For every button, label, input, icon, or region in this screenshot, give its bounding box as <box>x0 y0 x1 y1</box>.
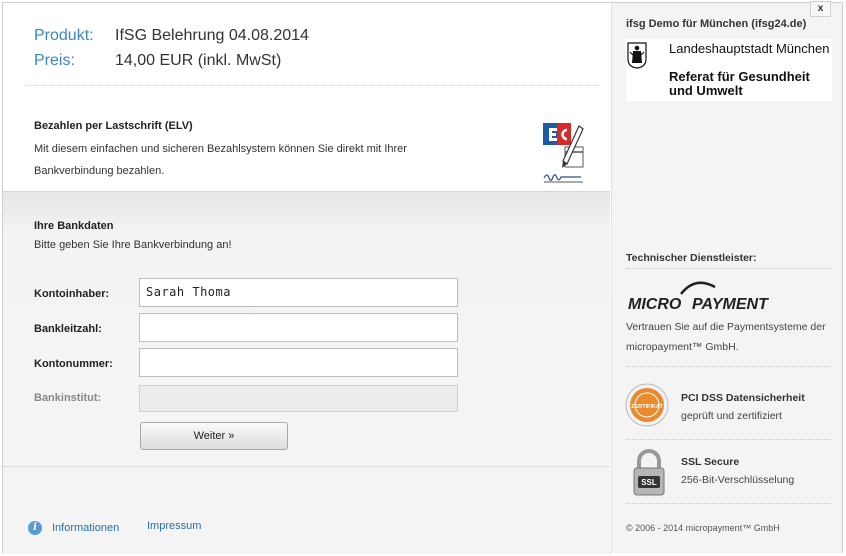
product-summary: Produkt: IfSG Belehrung 04.08.2014 Preis… <box>3 3 610 113</box>
pci-badge-text: ZERTIFIKAT <box>631 404 663 410</box>
divider <box>626 366 831 367</box>
bank-institute-label: Bankinstitut: <box>34 392 102 404</box>
pci-subtitle: geprüft und zertifiziert <box>681 410 782 422</box>
price-row: Preis: 14,00 EUR (inkl. MwSt) <box>34 52 281 70</box>
footer: i Informationen Impressum <box>3 466 610 554</box>
account-holder-label: Kontoinhaber: <box>34 288 110 300</box>
account-holder-input[interactable]: Sarah Thoma <box>139 278 458 307</box>
merchant-logo: Landeshauptstadt München Referat für Ges… <box>626 39 832 101</box>
product-value: IfSG Belehrung 04.08.2014 <box>115 27 309 44</box>
divider <box>626 268 831 269</box>
bank-code-label: Bankleitzahl: <box>34 323 102 335</box>
account-number-input[interactable] <box>139 348 458 377</box>
bank-data-subtitle: Bitte geben Sie Ihre Bankverbindung an! <box>34 239 232 251</box>
ssl-badge-text: SSL <box>641 478 657 487</box>
divider <box>626 439 831 440</box>
merchant-title: ifsg Demo für München (ifsg24.de) <box>626 18 807 30</box>
bank-institute-input <box>139 385 458 412</box>
tech-provider-label: Technischer Dienstleister: <box>626 252 757 264</box>
payment-method-description: Mit diesem einfachen und sicheren Bezahl… <box>34 143 407 177</box>
munich-crest-icon <box>627 42 647 69</box>
product-label: Produkt: <box>34 27 94 44</box>
info-icon[interactable]: i <box>28 521 42 535</box>
logo-line2: Referat für Gesundheit und Umwelt <box>669 69 810 98</box>
trust-text: Vertrauen Sie auf die Paymentsysteme der… <box>626 321 826 353</box>
info-link[interactable]: Informationen <box>52 522 119 534</box>
price-value: 14,00 EUR (inkl. MwSt) <box>115 52 282 69</box>
account-number-label: Kontonummer: <box>34 358 113 370</box>
divider <box>25 85 599 86</box>
ssl-title: SSL Secure <box>681 456 740 468</box>
sidebar: ifsg Demo für München (ifsg24.de) Landes… <box>611 3 842 553</box>
ssl-lock-icon: SSL <box>633 449 665 496</box>
mp-logo-micro: MICRO <box>628 296 682 313</box>
continue-button[interactable]: Weiter » <box>140 422 288 450</box>
close-button[interactable]: x <box>810 1 831 17</box>
copyright: © 2006 - 2014 micropayment™ GmbH <box>626 523 780 533</box>
ec-card-icon <box>543 123 584 183</box>
logo-line1: Landeshauptstadt München <box>669 41 830 56</box>
bank-data-section: Ihre Bankdaten Bitte geben Sie Ihre Bank… <box>3 191 610 467</box>
payment-method-title: Bezahlen per Lastschrift (ELV) <box>34 120 193 132</box>
bank-code-input[interactable] <box>139 313 458 342</box>
price-label: Preis: <box>34 52 75 69</box>
ssl-subtitle: 256-Bit-Verschlüsselung <box>681 474 795 486</box>
pci-certificate-icon: ZERTIFIKAT <box>625 383 669 427</box>
impressum-link[interactable]: Impressum <box>147 520 201 532</box>
divider <box>626 503 831 504</box>
micropayment-logo: MICRO PAYMENT <box>628 281 769 313</box>
main-panel: Produkt: IfSG Belehrung 04.08.2014 Preis… <box>3 3 610 554</box>
bank-data-title: Ihre Bankdaten <box>34 220 114 232</box>
mp-logo-payment: PAYMENT <box>692 296 769 313</box>
product-row: Produkt: IfSG Belehrung 04.08.2014 <box>34 27 309 45</box>
pci-title: PCI DSS Datensicherheit <box>681 392 805 404</box>
